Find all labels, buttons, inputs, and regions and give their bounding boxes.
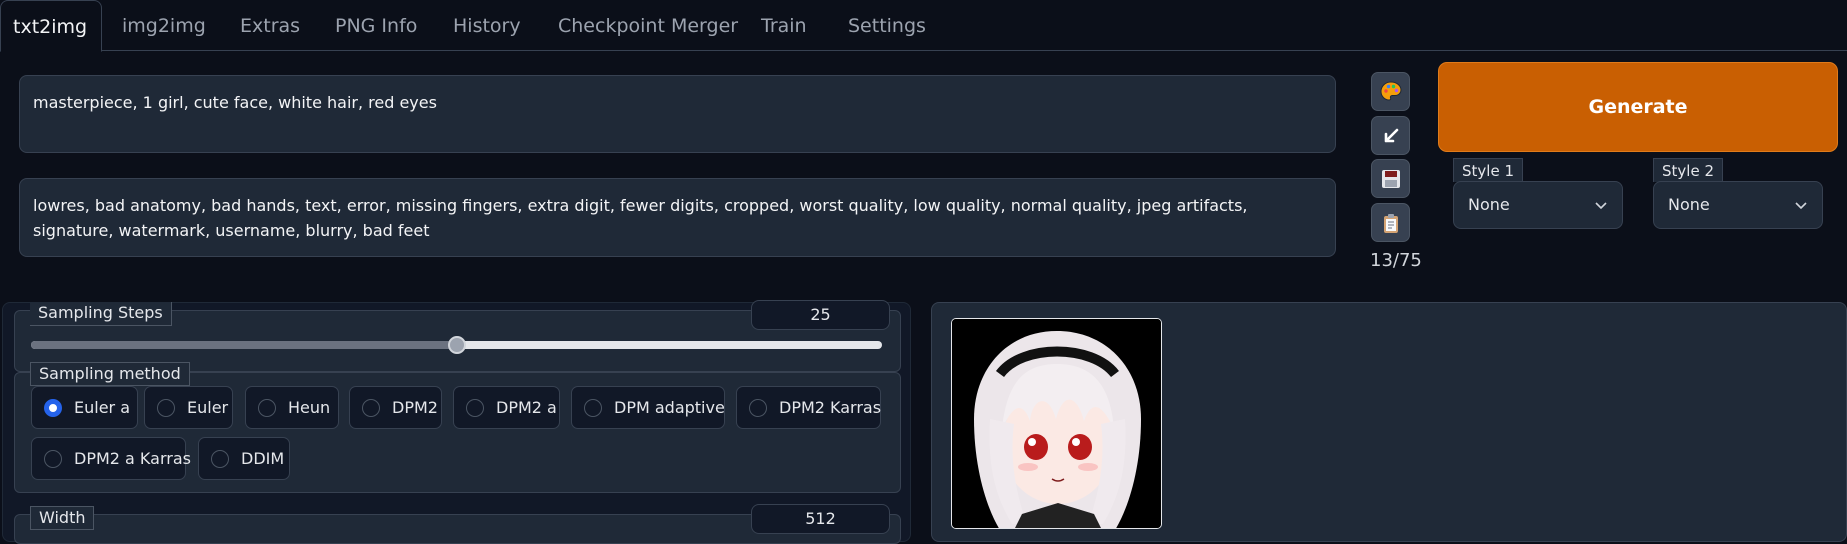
apply-style-button[interactable] (1371, 203, 1410, 242)
save-icon (1381, 169, 1400, 188)
read-params-button[interactable] (1371, 116, 1410, 155)
arrow-icon (1384, 128, 1398, 142)
sampler-option-euler[interactable]: Euler (144, 386, 233, 429)
radio-button[interactable] (749, 398, 767, 417)
prompt-input[interactable]: masterpiece, 1 girl, cute face, white ha… (19, 75, 1336, 153)
style-2-value: None (1668, 195, 1710, 214)
negative-prompt-input[interactable]: lowres, bad anatomy, bad hands, text, er… (19, 178, 1336, 257)
sampling-method-label: Sampling method (30, 362, 190, 386)
sampler-option-dpm2-karras[interactable]: DPM2 Karras (736, 386, 881, 429)
style-1-label: Style 1 (1453, 158, 1523, 182)
sampler-label: DPM2 Karras (779, 398, 882, 417)
tab-train[interactable]: Train (761, 0, 807, 51)
generate-button[interactable]: Generate (1438, 62, 1838, 152)
sampler-label: Euler a (74, 398, 131, 417)
tab-txt2img[interactable]: txt2img (0, 0, 103, 52)
style-1-select[interactable]: None (1453, 181, 1623, 229)
sampler-option-heun[interactable]: Heun (245, 386, 339, 429)
sampler-label: DDIM (241, 449, 285, 468)
width-input[interactable]: 512 (751, 504, 890, 534)
sampling-steps-input[interactable]: 25 (751, 300, 890, 330)
radio-button[interactable] (258, 398, 276, 417)
anime-girl-image (952, 319, 1161, 528)
tab-checkpoint-merger[interactable]: Checkpoint Merger (558, 0, 738, 51)
tab-bar: txt2img img2img Extras PNG Info History … (0, 0, 1847, 52)
sampler-option-euler-a[interactable]: Euler a (31, 386, 138, 429)
radio-button[interactable] (211, 449, 229, 468)
tab-settings[interactable]: Settings (848, 0, 926, 51)
slider-handle[interactable] (447, 336, 466, 354)
generate-label: Generate (1588, 96, 1688, 118)
token-counter: 13/75 (1370, 250, 1422, 271)
radio-button[interactable] (584, 398, 602, 417)
sampler-label: Heun (288, 398, 331, 417)
style-2-select[interactable]: None (1653, 181, 1823, 229)
style-1-value: None (1468, 195, 1510, 214)
sampler-option-ddim[interactable]: DDIM (198, 437, 290, 480)
generated-image-thumbnail[interactable] (951, 318, 1162, 529)
palette-icon (1379, 80, 1402, 101)
sampler-label: DPM2 a (496, 398, 557, 417)
chevron-down-icon (1595, 202, 1607, 210)
sampler-option-dpm2[interactable]: DPM2 (349, 386, 442, 429)
tab-img2img[interactable]: img2img (122, 0, 206, 51)
sampling-steps-slider[interactable] (31, 336, 882, 354)
tab-extras[interactable]: Extras (240, 0, 300, 51)
sampler-label: DPM2 a Karras (74, 449, 191, 468)
radio-button[interactable] (157, 398, 175, 417)
tab-history[interactable]: History (453, 0, 521, 51)
sampler-option-dpm-adaptive[interactable]: DPM adaptive (571, 386, 725, 429)
style-2-label: Style 2 (1653, 158, 1723, 182)
sampling-steps-label: Sampling Steps (30, 302, 172, 326)
chevron-down-icon (1795, 202, 1807, 210)
prompt-text: masterpiece, 1 girl, cute face, white ha… (33, 93, 437, 112)
width-label: Width (30, 506, 95, 530)
sampler-label: DPM2 (392, 398, 438, 417)
save-style-button[interactable] (1371, 159, 1410, 198)
slider-fill (31, 341, 457, 349)
sampler-option-dpm2-a-karras[interactable]: DPM2 a Karras (31, 437, 191, 480)
radio-button[interactable] (44, 449, 62, 468)
sampler-label: DPM adaptive (614, 398, 725, 417)
tab-png-info[interactable]: PNG Info (335, 0, 417, 51)
sampler-option-dpm2-a[interactable]: DPM2 a (453, 386, 560, 429)
radio-button[interactable] (44, 398, 62, 417)
radio-button[interactable] (466, 398, 484, 417)
palette-button[interactable] (1371, 72, 1410, 111)
sampler-label: Euler (187, 398, 229, 417)
negative-prompt-text: lowres, bad anatomy, bad hands, text, er… (33, 196, 1248, 240)
radio-button[interactable] (362, 398, 380, 417)
clipboard-icon (1383, 213, 1398, 233)
